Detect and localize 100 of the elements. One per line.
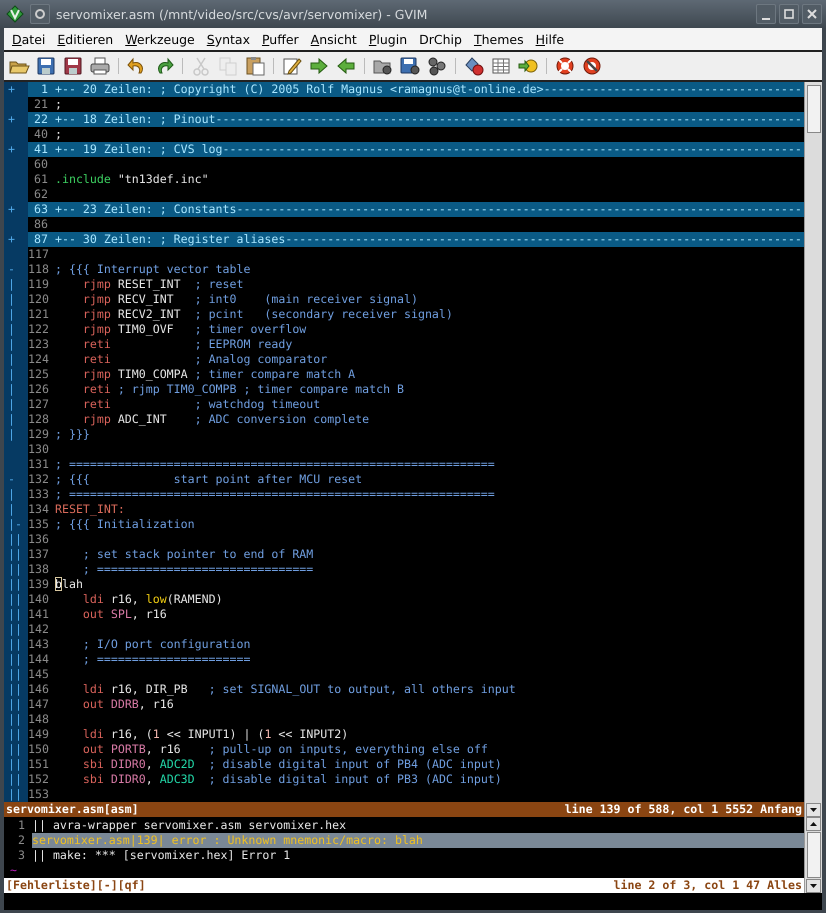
- fold-marker[interactable]: ||: [8, 562, 22, 576]
- menu-item[interactable]: Puffer: [256, 32, 306, 46]
- printer-icon[interactable]: [89, 55, 111, 77]
- folded-lines-bar[interactable]: 41 +-- 19 Zeilen: ; CVS log-----------------------------------------------------------------------------------: [28, 142, 804, 157]
- folded-lines-bar[interactable]: 22 +-- 18 Zeilen: ; Pinout------------------------------------------------------------------------------------: [28, 112, 804, 127]
- folded-lines-bar[interactable]: 87 +-- 30 Zeilen: ; Register aliases--------------------------------------------------------------------------: [28, 232, 804, 247]
- menu-item[interactable]: Ansicht: [306, 32, 364, 46]
- line-number: 146: [28, 682, 50, 697]
- menu-item[interactable]: Syntax: [202, 32, 257, 46]
- fold-marker[interactable]: +: [8, 232, 15, 246]
- line-number: 87: [33, 232, 49, 247]
- app-icon: [6, 5, 24, 23]
- menu-item[interactable]: Hilfe: [530, 32, 572, 46]
- floppy-disks-icon[interactable]: [62, 55, 84, 77]
- code-line: ; set stack pointer to end of RAM: [82, 547, 314, 562]
- close-button[interactable]: [802, 4, 822, 24]
- fold-marker[interactable]: |: [8, 307, 15, 321]
- fold-summary: +-- 19 Zeilen: ; CVS log-----------------------------------------------------------------------------------: [55, 142, 802, 157]
- fold-marker[interactable]: ||: [8, 682, 22, 696]
- quickfix-entry[interactable]: || make: *** [servomixer.hex] Error 1: [32, 848, 804, 863]
- fold-marker[interactable]: ||: [8, 667, 22, 681]
- fold-marker[interactable]: |: [8, 367, 15, 381]
- fold-marker[interactable]: -: [8, 262, 15, 276]
- fold-marker[interactable]: |: [8, 487, 15, 501]
- window-menu-button[interactable]: [30, 4, 50, 24]
- fold-marker[interactable]: ||: [8, 577, 22, 591]
- buffer-name: servomixer.asm[asm]: [6, 802, 139, 817]
- line-number: 137: [28, 547, 50, 562]
- menu-item[interactable]: Themes: [468, 32, 531, 46]
- fold-marker[interactable]: |: [8, 322, 15, 336]
- code-line: rjmp RECV_INT ; int0 (main receiver signal): [82, 292, 418, 307]
- fold-marker[interactable]: ||: [8, 532, 22, 546]
- code-line: sbi DIDR0, ADC2D ; disable digital input of PB4 (ADC input): [82, 757, 502, 772]
- menu-item[interactable]: Editieren: [52, 32, 120, 46]
- fold-marker[interactable]: ||: [8, 652, 22, 666]
- menu-item[interactable]: DrChip: [414, 32, 469, 46]
- fold-marker[interactable]: |: [8, 352, 15, 366]
- line-number: 61: [33, 172, 49, 187]
- scroll-down-icon[interactable]: [806, 879, 821, 893]
- menu-item[interactable]: Plugin: [364, 32, 414, 46]
- fold-marker[interactable]: ||: [8, 547, 22, 561]
- fold-marker[interactable]: ||: [8, 787, 22, 801]
- fold-marker[interactable]: +: [8, 202, 15, 216]
- line-number: 124: [28, 352, 50, 367]
- line-number: 135: [28, 517, 50, 532]
- line-number: 63: [33, 202, 49, 217]
- fold-marker[interactable]: +: [8, 112, 15, 126]
- code-line: ;: [55, 127, 62, 142]
- fold-marker[interactable]: +: [8, 142, 15, 156]
- code-line: rjmp RECV2_INT ; pcint (secondary receiver signal): [82, 307, 453, 322]
- fold-marker[interactable]: ||: [8, 592, 22, 606]
- line-number: 128: [28, 412, 50, 427]
- menu-item[interactable]: Datei: [7, 32, 52, 46]
- line-number: 149: [28, 727, 50, 742]
- code-line: rjmp TIM0_COMPA ; timer compare match A: [82, 367, 356, 382]
- fold-marker[interactable]: |: [8, 292, 15, 306]
- scrollbar[interactable]: [804, 82, 822, 817]
- editor-area[interactable]: [4, 82, 804, 802]
- code-line: reti ; Analog comparator: [82, 352, 328, 367]
- fold-marker[interactable]: |: [8, 382, 15, 396]
- fold-marker[interactable]: ||: [8, 772, 22, 786]
- line-number: 1: [17, 818, 26, 833]
- line-number: 1: [40, 82, 49, 97]
- quickfix-entry[interactable]: || avra-wrapper servomixer.asm servomixer.hex: [32, 818, 804, 833]
- fold-summary: +-- 20 Zeilen: ; Copyright (C) 2005 Rolf Magnus <ramagnus@t-online.de>-------------------------------------: [55, 82, 802, 97]
- fold-marker[interactable]: |: [8, 277, 15, 291]
- lifebuoy-icon[interactable]: [554, 55, 576, 77]
- folded-lines-bar[interactable]: 1 +-- 20 Zeilen: ; Copyright (C) 2005 Rolf Magnus <ramagnus@t-online.de>-------------------------------------: [28, 82, 804, 97]
- fold-marker[interactable]: |: [8, 337, 15, 351]
- maximize-button[interactable]: [779, 4, 799, 24]
- fold-marker[interactable]: |: [8, 427, 15, 441]
- scroll-thumb[interactable]: [806, 832, 820, 878]
- line-number: 144: [28, 652, 50, 667]
- fold-marker[interactable]: ||: [8, 607, 22, 621]
- folded-lines-bar[interactable]: 63 +-- 23 Zeilen: ; Constants---------------------------------------------------------------------------------: [28, 202, 804, 217]
- code-line: .include "tn13def.inc": [55, 172, 209, 187]
- code-line: ldi r16, DIR_PB ; set SIGNAL_OUT to output, all others input: [82, 682, 516, 697]
- scroll-up-icon[interactable]: [806, 817, 821, 831]
- fold-marker[interactable]: ||: [8, 697, 22, 711]
- line-number: 86: [33, 217, 49, 232]
- fold-marker[interactable]: |: [8, 397, 15, 411]
- scroll-thumb[interactable]: [806, 85, 820, 133]
- fold-marker[interactable]: ||: [8, 622, 22, 636]
- menu-item[interactable]: Werkzeuge: [120, 32, 202, 46]
- minimize-button[interactable]: [756, 4, 776, 24]
- fold-marker[interactable]: ||: [8, 757, 22, 771]
- scroll-down-icon[interactable]: [806, 803, 821, 817]
- fold-marker[interactable]: ||: [8, 637, 22, 651]
- fold-marker[interactable]: -: [8, 472, 15, 486]
- fold-marker[interactable]: |: [8, 412, 15, 426]
- fold-marker[interactable]: |: [8, 502, 15, 516]
- fold-marker[interactable]: ||: [8, 712, 22, 726]
- left-arrow-icon[interactable]: [335, 55, 357, 77]
- clipboard-icon[interactable]: [244, 55, 266, 77]
- fold-marker[interactable]: +: [8, 82, 15, 96]
- fold-marker[interactable]: ||: [8, 742, 22, 756]
- fold-marker[interactable]: ||: [8, 727, 22, 741]
- code-line: RESET_INT:: [55, 502, 125, 517]
- right-arrow-icon[interactable]: [308, 55, 330, 77]
- fold-marker[interactable]: |-: [8, 517, 22, 531]
